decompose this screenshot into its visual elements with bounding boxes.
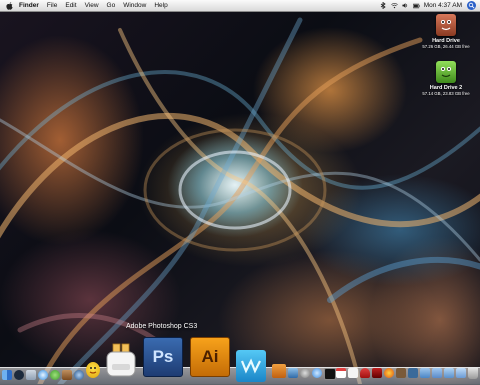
menu-window[interactable]: Window	[123, 2, 146, 9]
dock-tooltip: Adobe Photoshop CS3	[126, 323, 198, 330]
hard-drive-info: 57.26 GB, 26.44 GB free	[422, 44, 470, 49]
apple-menu-icon[interactable]	[5, 1, 13, 10]
hard-drive-2-image	[436, 61, 456, 83]
menu-view[interactable]: View	[85, 2, 99, 9]
wifi-icon[interactable]	[390, 2, 398, 9]
dreamweaver-icon[interactable]	[236, 350, 266, 382]
volume-icon[interactable]	[402, 2, 409, 9]
flash-icon[interactable]	[372, 368, 382, 378]
terminal-icon[interactable]	[324, 368, 336, 380]
burn-icon[interactable]	[384, 368, 394, 378]
itunes-icon[interactable]	[312, 368, 322, 378]
ichat-icon[interactable]	[50, 370, 60, 380]
hard-drive-image	[436, 14, 456, 36]
bluetooth-icon[interactable]	[380, 2, 387, 9]
illustrator-icon[interactable]: Ai	[190, 337, 230, 377]
spotlight-icon[interactable]	[467, 1, 476, 10]
toaster-icon[interactable]	[103, 342, 139, 380]
quicktime-icon[interactable]	[74, 370, 84, 380]
menu-bar: Finder File Edit View Go Window Help Mon…	[0, 0, 480, 12]
app-icon-a[interactable]	[396, 368, 406, 378]
safari-icon[interactable]	[38, 370, 48, 380]
app-icon-b[interactable]	[408, 368, 418, 378]
hard-drive-icon[interactable]: Hard Drive 57.26 GB, 26.44 GB free	[414, 14, 478, 49]
iphoto-icon[interactable]	[288, 368, 298, 378]
textedit-icon[interactable]	[348, 368, 358, 378]
menu-finder[interactable]: Finder	[19, 2, 39, 9]
downloads-icon[interactable]	[444, 368, 454, 378]
folder-icon[interactable]	[420, 368, 430, 378]
menu-help[interactable]: Help	[154, 2, 167, 9]
battery-icon[interactable]	[412, 2, 420, 9]
mail-icon[interactable]	[26, 370, 36, 380]
menu-file[interactable]: File	[47, 2, 57, 9]
hard-drive-2-info: 57.14 GB, 23.83 GB free	[422, 91, 470, 96]
trash-icon[interactable]	[468, 367, 478, 379]
preview-icon[interactable]	[272, 364, 286, 378]
photoshop-label: Ps	[152, 347, 174, 366]
photoshop-icon[interactable]: Ps	[143, 337, 183, 377]
desktop-wallpaper	[0, 0, 480, 384]
finder-icon[interactable]	[2, 370, 12, 380]
illustrator-label: Ai	[201, 347, 219, 366]
adium-icon[interactable]	[86, 362, 100, 378]
dock	[0, 334, 480, 384]
menu-edit[interactable]: Edit	[65, 2, 76, 9]
applications-icon[interactable]	[456, 368, 466, 378]
hard-drive-2-icon[interactable]: Hard Drive 2 57.14 GB, 23.83 GB free	[414, 61, 478, 96]
documents-icon[interactable]	[432, 368, 442, 378]
system-preferences-icon[interactable]	[300, 368, 310, 378]
menu-clock[interactable]: Mon 4:37 AM	[424, 2, 462, 9]
magnet-icon[interactable]	[360, 368, 370, 378]
calendar-icon[interactable]	[336, 368, 346, 378]
menu-go[interactable]: Go	[107, 2, 116, 9]
dashboard-icon[interactable]	[14, 370, 24, 380]
address-book-icon[interactable]	[62, 370, 72, 380]
